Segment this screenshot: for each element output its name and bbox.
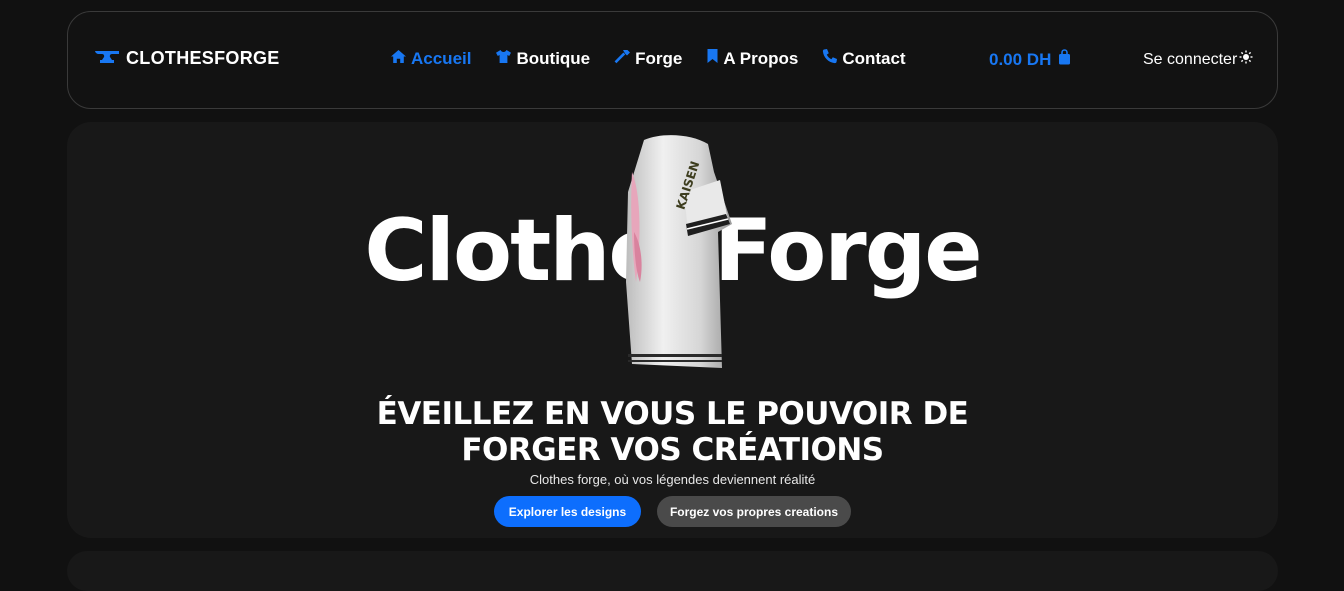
nav-link-label: Boutique [516,48,591,68]
bookmark-icon [706,48,719,69]
hero-headline-line1: ÉVEILLEZ EN VOUS LE POUVOIR DE [376,396,969,432]
hero-headline: ÉVEILLEZ EN VOUS LE POUVOIR DE FORGER VO… [67,396,1278,468]
sun-icon[interactable] [1239,50,1253,69]
nav-links: Accueil Boutique Forge A Propos Contact [390,48,906,69]
nav-link-label: A Propos [723,48,799,68]
nav-link-accueil[interactable]: Accueil [390,49,471,69]
shopping-bag-icon [1058,49,1071,70]
nav-link-contact[interactable]: Contact [822,48,906,69]
next-section-card [67,551,1278,591]
login-button[interactable]: Se connecter [1143,50,1253,69]
nav-link-apropos[interactable]: A Propos [706,48,798,69]
hammer-icon [614,48,631,69]
tshirt-icon [495,49,512,69]
jersey-image: KAISEN [622,132,742,372]
hero-subtitle: Clothes forge, où vos légendes deviennen… [529,472,816,487]
navbar: CLOTHESFORGE Accueil Boutique Forge A Pr… [67,11,1278,109]
brand-name: CLOTHESFORGE [126,48,280,68]
nav-link-label: Contact [842,48,906,68]
nav-link-forge[interactable]: Forge [614,48,682,69]
login-label: Se connecter [1143,50,1238,68]
nav-link-boutique[interactable]: Boutique [495,49,590,69]
cart-total: 0.00 DH [989,49,1052,69]
phone-icon [822,48,838,69]
anvil-icon [94,48,120,69]
home-icon [390,49,407,69]
cart-button[interactable]: 0.00 DH [989,49,1071,70]
nav-link-label: Forge [635,48,683,68]
hero-section: ClothesForge KAISEN ÉVEILLEZ EN VOUS [67,122,1278,538]
nav-link-label: Accueil [411,48,472,68]
forge-creations-button[interactable]: Forgez vos propres creations [657,496,851,527]
explore-designs-button[interactable]: Explorer les designs [494,496,641,527]
hero-headline-line2: FORGER VOS CRÉATIONS [461,432,884,468]
brand-logo[interactable]: CLOTHESFORGE [94,48,280,69]
